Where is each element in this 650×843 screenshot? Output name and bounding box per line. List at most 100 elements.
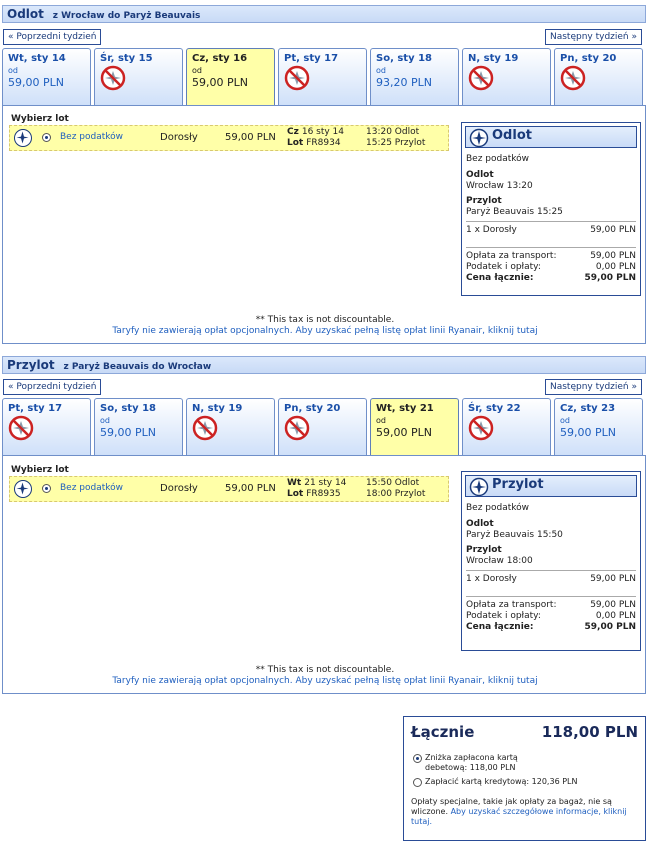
debit-line1: Zniżka zapłacona kartą — [425, 753, 518, 762]
tab-date: N, sty 19 — [192, 403, 243, 414]
total-label: Łącznie — [411, 723, 475, 741]
no-flight-icon — [468, 65, 545, 94]
inbound-date-tab[interactable]: Pn, sty 20 — [278, 398, 367, 455]
inbound-dep: 15:50 Odlot — [366, 478, 420, 488]
extra-fees-note: Opłaty specjalne, takie jak opłaty za ba… — [411, 797, 638, 827]
outbound-flight-no: FR8934 — [306, 138, 341, 148]
inbound-summary-total-row: Cena łącznie: 59,00 PLN — [466, 622, 636, 632]
inbound-next-week-button[interactable]: Następny tydzień » — [545, 379, 643, 395]
outbound-choose-label: Wybierz lot — [11, 114, 69, 124]
outbound-fare-radio[interactable] — [42, 133, 51, 142]
inbound-panel: Wybierz lot Bez podatków Dorosły 59,00 P… — [2, 455, 646, 694]
inbound-route: z Paryż Beauvais do Wrocław — [63, 362, 212, 372]
outbound-fees-link[interactable]: Taryfy nie zawierają opłat opcjonalnych.… — [3, 326, 647, 336]
outbound-summary-arr: Paryż Beauvais 15:25 — [466, 207, 563, 217]
inbound-tax-note: ** This tax is not discountable. — [255, 665, 395, 675]
tab-price: 59,00 PLN — [100, 426, 156, 439]
inbound-summary-tax-row: Podatek i opłaty: 0,00 PLN — [466, 611, 636, 621]
credit-option[interactable]: Zapłacić kartą kredytową: 120,36 PLN — [411, 777, 638, 787]
inbound-summary-dep-label: Odlot — [466, 519, 494, 529]
credit-label: Zapłacić kartą kredytową: 120,36 PLN — [425, 777, 578, 786]
outbound-next-week-button[interactable]: Następny tydzień » — [545, 29, 643, 45]
outbound-date-tab[interactable]: Śr, sty 15 — [94, 48, 183, 105]
outbound-flight-row[interactable]: Bez podatków Dorosły 59,00 PLN Cz 16 sty … — [9, 125, 449, 151]
inbound-date-tab[interactable]: Cz, sty 23 od 59,00 PLN — [554, 398, 643, 455]
debit-option[interactable]: Zniżka zapłacona kartą debetową: 118,00 … — [411, 753, 638, 773]
tab-date: N, sty 19 — [468, 53, 519, 64]
tab-price: 59,00 PLN — [8, 76, 64, 89]
inbound-fare-radio[interactable] — [42, 484, 51, 493]
outbound-date-tab[interactable]: Wt, sty 14 od 59,00 PLN — [2, 48, 91, 105]
outbound-date-tab[interactable]: Pn, sty 20 — [554, 48, 643, 105]
no-flight-icon — [468, 415, 545, 444]
outbound-prev-week-button[interactable]: « Poprzedni tydzień — [3, 29, 102, 45]
tab-from: od — [376, 66, 386, 75]
inbound-date-tab[interactable]: Wt, sty 21 od 59,00 PLN — [370, 398, 459, 455]
outbound-summary-dep-label: Odlot — [466, 170, 494, 180]
outbound-summary: Odlot Bez podatków Odlot Wrocław 13:20 P… — [461, 122, 641, 296]
outbound-date-tab[interactable]: Cz, sty 16 od 59,00 PLN — [186, 48, 275, 105]
inbound-date-tab[interactable]: Śr, sty 22 — [462, 398, 551, 455]
plane-icon — [14, 480, 32, 498]
outbound-summary-dep: Wrocław 13:20 — [466, 181, 533, 191]
outbound-date-tab[interactable]: Pt, sty 17 — [278, 48, 367, 105]
outbound-dep: 13:20 Odlot — [366, 127, 420, 137]
outbound-date-tab[interactable]: So, sty 18 od 93,20 PLN — [370, 48, 459, 105]
tab-date: So, sty 18 — [376, 53, 433, 64]
no-flight-icon — [560, 65, 637, 94]
outbound-panel: Wybierz lot Bez podatków Dorosły 59,00 P… — [2, 105, 646, 344]
inbound-date-tab[interactable]: Pt, sty 17 — [2, 398, 91, 455]
inbound-summary-arr-label: Przylot — [466, 545, 502, 555]
inbound-summary-arr: Wrocław 18:00 — [466, 556, 533, 566]
inbound-date-tab[interactable]: So, sty 18 od 59,00 PLN — [94, 398, 183, 455]
inbound-summary-head: Przylot — [465, 475, 637, 497]
outbound-summary-total-row: Cena łącznie: 59,00 PLN — [466, 273, 636, 283]
inbound-title: Przylot — [7, 358, 55, 372]
tab-date: Wt, sty 21 — [376, 403, 434, 414]
inbound-pax: Dorosły — [160, 483, 198, 494]
outbound-summary-transport-row: Opłata za transport: 59,00 PLN — [466, 251, 636, 261]
tab-date: Wt, sty 14 — [8, 53, 66, 64]
outbound-date-tab[interactable]: N, sty 19 — [462, 48, 551, 105]
inbound-summary-pax-row: 1 x Dorosły 59,00 PLN — [466, 574, 636, 584]
inbound-arr: 18:00 Przylot — [366, 489, 426, 499]
tab-date: So, sty 18 — [100, 403, 157, 414]
no-flight-icon — [8, 415, 85, 444]
total-value: 118,00 PLN — [541, 723, 638, 741]
tab-date: Cz, sty 16 — [192, 53, 248, 64]
plane-icon — [469, 128, 489, 151]
no-flight-icon — [284, 415, 361, 444]
inbound-summary-transport-row: Opłata za transport: 59,00 PLN — [466, 600, 636, 610]
inbound-times: 15:50 Odlot 18:00 Przylot — [366, 478, 425, 500]
outbound-fare-link[interactable]: Bez podatków — [60, 132, 123, 142]
no-flight-icon — [100, 65, 177, 94]
inbound-fees-link[interactable]: Taryfy nie zawierają opłat opcjonalnych.… — [3, 676, 647, 686]
inbound-summary-dep: Paryż Beauvais 15:50 — [466, 530, 563, 540]
inbound-fare-link[interactable]: Bez podatków — [60, 483, 123, 493]
outbound-lot-label: Lot — [287, 138, 304, 148]
outbound-summary-fare: Bez podatków — [466, 154, 530, 164]
inbound-flight-no: FR8935 — [306, 489, 341, 499]
tab-from: od — [100, 416, 110, 425]
tab-date: Śr, sty 15 — [100, 53, 153, 64]
inbound-lot-label: Lot — [287, 489, 304, 499]
inbound-flight-row[interactable]: Bez podatków Dorosły 59,00 PLN Wt 21 sty … — [9, 476, 449, 502]
inbound-prev-week-button[interactable]: « Poprzedni tydzień — [3, 379, 102, 395]
inbound-date-tab[interactable]: N, sty 19 — [186, 398, 275, 455]
plane-icon — [14, 129, 32, 147]
outbound-flight-info: Cz 16 sty 14 Lot FR8934 — [287, 127, 344, 149]
inbound-price: 59,00 PLN — [225, 483, 276, 494]
inbound-choose-label: Wybierz lot — [11, 465, 69, 475]
inbound-flight-info: Wt 21 sty 14 Lot FR8935 — [287, 478, 346, 500]
credit-radio[interactable] — [413, 778, 422, 787]
debit-radio[interactable] — [413, 754, 422, 763]
inbound-summary-fare: Bez podatków — [466, 503, 530, 513]
tab-from: od — [8, 66, 18, 75]
total-box: Łącznie 118,00 PLN Zniżka zapłacona kart… — [403, 716, 646, 841]
inbound-date: 21 sty 14 — [304, 478, 347, 488]
tab-date: Śr, sty 22 — [468, 403, 521, 414]
inbound-header: Przylot z Paryż Beauvais do Wrocław — [2, 356, 646, 374]
total-row: Łącznie 118,00 PLN — [411, 723, 638, 741]
tab-date: Pt, sty 17 — [8, 403, 63, 414]
tab-from: od — [560, 416, 570, 425]
